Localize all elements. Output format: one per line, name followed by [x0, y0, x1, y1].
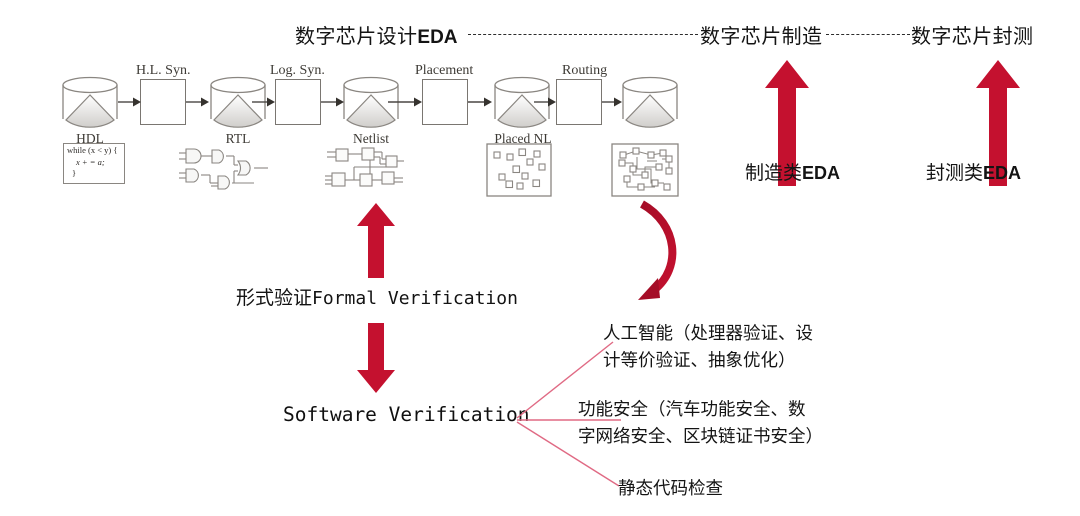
software-verification-label: Software Verification [283, 403, 530, 426]
formal-verification-up-arrow-icon [357, 203, 395, 278]
annotation-functional-safety: 功能安全（汽车功能安全、数 字网络安全、区块链证书安全） [578, 399, 823, 446]
placed-netlist-floorplan-icon [486, 143, 552, 197]
arrow-routing-to-routed-nl-icon [602, 97, 622, 107]
software-verification-down-arrow-icon [357, 323, 395, 393]
annotation-ai: 人工智能（处理器验证、设 计等价验证、抽象优化） [603, 323, 813, 370]
packaging-test-eda-label: 封测类EDA [926, 158, 1021, 185]
stage-routing-label: Routing [562, 63, 608, 78]
digital-chip-manufacturing-label: 数字芯片制造 [700, 20, 822, 49]
digital-chip-packaging-test-label: 数字芯片封测 [911, 20, 1033, 49]
dashed-connector-manufacturing-to-packaging [826, 34, 910, 35]
arrow-placement-to-placed-nl-icon [468, 97, 492, 107]
arrow-hl-syn-to-rtl-icon [186, 97, 209, 107]
process-box-log-syn [275, 79, 321, 125]
process-box-placement [422, 79, 468, 125]
stage-placement-label: Placement [415, 63, 474, 78]
hdl-code-snippet-box: while (x < y) { x + = a; } [63, 143, 125, 184]
dashed-connector-design-to-manufacturing [468, 34, 698, 35]
arrow-hdl-to-hl-syn-icon [118, 97, 141, 107]
arrow-netlist-to-placement-icon [388, 97, 422, 107]
arrow-log-syn-to-netlist-icon [321, 97, 344, 107]
packaging-test-eda-latin: EDA [983, 163, 1022, 183]
digital-chip-design-eda-label: 数字芯片设计EDA [295, 20, 458, 49]
packaging-cjk: 数字芯片封测 [911, 26, 1034, 48]
hdl-code-line-1: while (x < y) { [67, 145, 118, 155]
stage-log-syn-label: Log. Syn. [270, 63, 325, 78]
process-box-hl-syn [140, 79, 186, 125]
manufacturing-eda-label: 制造类EDA [745, 158, 840, 185]
manufacturing-eda-cjk: 制造类 [745, 163, 803, 184]
formal-verification-label: 形式验证Formal Verification [236, 283, 518, 310]
netlist-block-diagram-icon [325, 147, 404, 187]
arrow-placed-nl-to-routing-icon [534, 97, 556, 107]
arrow-rtl-to-log-syn-icon [252, 97, 275, 107]
design-eda-latin: EDA [417, 27, 458, 48]
manufacturing-cjk: 数字芯片制造 [700, 26, 823, 48]
hdl-code-line-3: } [72, 168, 77, 178]
packaging-test-eda-cjk: 封测类 [926, 163, 984, 184]
design-eda-cjk: 数字芯片设计 [295, 26, 418, 48]
stage-hl-syn-label: H.L. Syn. [136, 63, 191, 78]
manufacturing-eda-latin: EDA [802, 163, 841, 183]
formal-verification-cjk: 形式验证 [236, 288, 313, 309]
node-routed-nl-cylinder-icon [622, 76, 678, 128]
hdl-code-line-2: x + = a; [76, 157, 105, 167]
routed-nl-to-ai-curved-arrow-icon [638, 200, 677, 300]
annotation-static-code-check: 静态代码检查 [618, 478, 723, 498]
node-hdl-cylinder-icon [62, 76, 118, 128]
formal-verification-latin: Formal Verification [312, 288, 518, 309]
routed-netlist-layout-icon [611, 143, 679, 197]
rtl-logic-gate-diagram-icon [179, 148, 268, 190]
process-box-routing [556, 79, 602, 125]
